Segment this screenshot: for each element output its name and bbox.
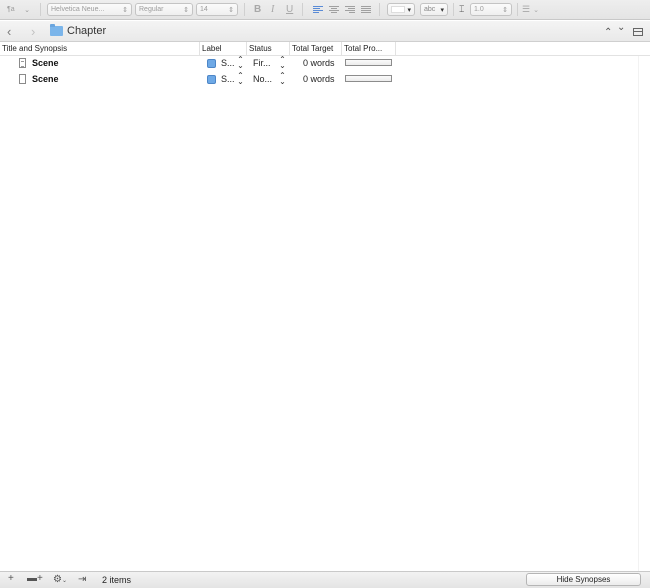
divider	[302, 3, 303, 16]
gear-icon: ⚙	[53, 574, 62, 585]
updown-arrows-icon: ⇕	[502, 6, 508, 14]
triangle-down-icon: ▾	[440, 6, 444, 14]
paragraph-style-icon: ¶a	[7, 6, 15, 13]
font-family-value: Helvetica Neue...	[51, 6, 105, 13]
font-style-value: Regular	[139, 6, 164, 13]
highlight-sample: abc	[424, 6, 436, 13]
gear-button[interactable]: ⚙⌄	[53, 574, 67, 585]
justify-icon	[361, 5, 371, 14]
label-popup-arrows-icon[interactable]: ⌃ ⌄	[237, 72, 244, 86]
status-popup-arrows-icon[interactable]: ⌃ ⌄	[279, 56, 286, 70]
label-value: S...	[221, 58, 235, 68]
paragraph-style-menu[interactable]: ¶a ⌄	[4, 3, 33, 16]
list-icon: ☰	[522, 4, 531, 14]
divider	[244, 3, 245, 16]
divider	[379, 3, 380, 16]
document-icon	[19, 74, 26, 84]
justify-button[interactable]	[361, 3, 371, 16]
font-style-popup[interactable]: Regular ⇕	[135, 3, 193, 16]
divider	[453, 3, 454, 16]
previous-document-button[interactable]: ⌃	[604, 27, 612, 38]
font-size-field[interactable]: 14 ⇕	[196, 3, 238, 16]
italic-button[interactable]: I	[271, 3, 274, 16]
footer-bar: + ▬+ ⚙⌄ ⇥ 2 items Hide Synopses	[0, 571, 650, 588]
underline-button[interactable]: U	[286, 3, 293, 16]
align-center-button[interactable]	[329, 3, 339, 16]
row-title: Scene	[32, 58, 59, 68]
header-bar: ‹ › Chapter ⌃ ⌄	[0, 21, 650, 42]
label-popup-arrows-icon[interactable]: ⌃ ⌄	[237, 56, 244, 70]
status-value: Fir...	[253, 58, 271, 68]
updown-arrows-icon: ⇕	[122, 6, 128, 14]
font-family-popup[interactable]: Helvetica Neue... ⇕	[47, 3, 132, 16]
align-left-icon	[313, 5, 323, 14]
forward-button[interactable]: ›	[31, 24, 35, 39]
chevron-down-icon: ⌄	[24, 6, 30, 14]
align-left-button[interactable]	[313, 3, 323, 16]
item-count: 2 items	[102, 575, 132, 585]
line-spacing-icon: ⌶	[459, 4, 465, 14]
folder-icon	[50, 24, 63, 36]
total-target-value: 0 words	[303, 58, 335, 68]
hide-synopses-button[interactable]: Hide Synopses	[526, 573, 641, 586]
column-header-label[interactable]: Label	[200, 42, 247, 55]
divider	[517, 3, 518, 16]
chevron-down-icon: ⌄	[61, 578, 67, 584]
back-button[interactable]: ‹	[7, 24, 11, 39]
add-icon[interactable]: +	[8, 573, 14, 584]
column-header-total-target[interactable]: Total Target	[290, 42, 342, 55]
color-swatch	[391, 6, 405, 13]
align-right-icon	[345, 5, 355, 14]
updown-arrows-icon: ⇕	[228, 6, 234, 14]
row-title: Scene	[32, 74, 59, 84]
text-color-well[interactable]: ▾	[387, 3, 415, 16]
total-target-value: 0 words	[303, 74, 335, 84]
add-folder-icon: ▬+	[27, 573, 43, 584]
status-value: No...	[253, 74, 273, 84]
outline-row[interactable]: Scene S... ⌃ ⌄ No... ⌃ ⌄ 0 words	[0, 72, 650, 88]
total-progress-bar	[345, 59, 392, 66]
add-folder-button[interactable]: ▬+	[27, 573, 43, 584]
label-color-swatch	[207, 75, 216, 84]
line-spacing-value: 1.0	[474, 6, 484, 13]
line-spacing-popup[interactable]: 1.0 ⇕	[470, 3, 512, 16]
font-size-value: 14	[200, 6, 208, 13]
outline-header: Title and Synopsis Label Status Total Ta…	[0, 42, 650, 56]
format-bar: ¶a ⌄ Helvetica Neue... ⇕ Regular ⇕ 14 ⇕ …	[0, 0, 650, 20]
export-icon: ⇥	[78, 574, 87, 585]
column-header-status[interactable]: Status	[247, 42, 290, 55]
chevron-down-icon: ⌄	[533, 6, 539, 14]
bold-button[interactable]: B	[254, 3, 261, 16]
status-popup-arrows-icon[interactable]: ⌃ ⌄	[279, 72, 286, 86]
document-icon	[19, 58, 26, 68]
column-header-total-progress[interactable]: Total Pro...	[342, 42, 396, 55]
next-document-button[interactable]: ⌄	[617, 22, 625, 33]
triangle-down-icon: ▾	[407, 6, 411, 14]
split-view-icon[interactable]	[633, 28, 643, 36]
updown-arrows-icon: ⇕	[183, 6, 189, 14]
divider	[40, 3, 41, 16]
column-header-title[interactable]: Title and Synopsis	[0, 42, 200, 55]
label-value: S...	[221, 74, 235, 84]
total-progress-bar	[345, 75, 392, 82]
highlight-color-well[interactable]: abc ▾	[420, 3, 448, 16]
export-button[interactable]: ⇥	[78, 574, 86, 585]
align-center-icon	[329, 5, 339, 14]
document-title[interactable]: Chapter	[67, 25, 106, 37]
label-color-swatch	[207, 59, 216, 68]
align-right-button[interactable]	[345, 3, 355, 16]
vertical-scrollbar[interactable]	[638, 56, 650, 571]
list-button[interactable]: ☰ ⌄	[522, 3, 539, 16]
outline-row[interactable]: Scene S... ⌃ ⌄ Fir... ⌃ ⌄ 0 words	[0, 56, 650, 72]
